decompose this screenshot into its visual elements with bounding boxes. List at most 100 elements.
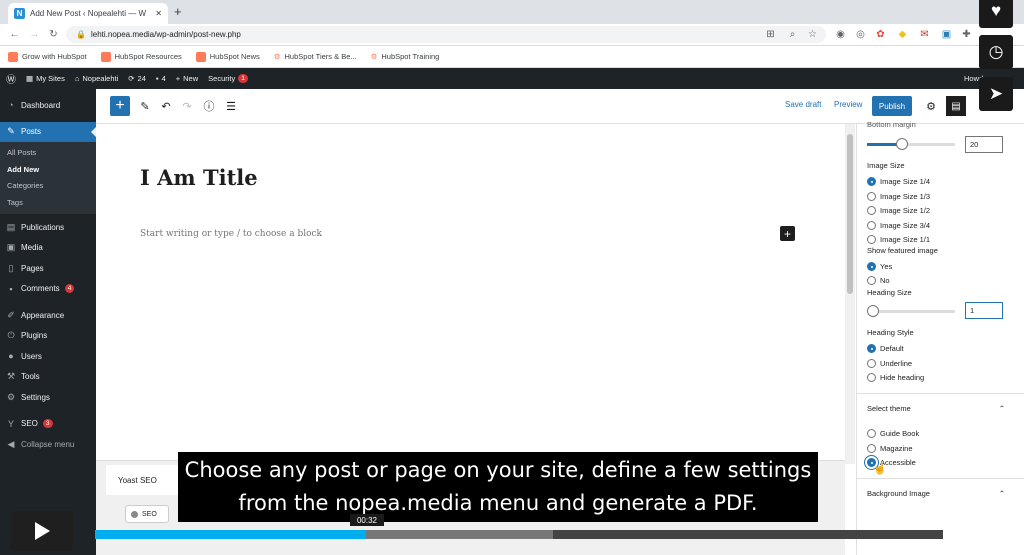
reload-icon[interactable]: ↻ bbox=[47, 28, 60, 41]
image-size-option[interactable]: Image Size 1/4 bbox=[867, 177, 930, 186]
video-progress-bar[interactable] bbox=[95, 530, 943, 539]
sidebar-item-comments[interactable]: ▪ Comments 4 bbox=[0, 279, 96, 300]
sidebar-item-dashboard[interactable]: ◔ Dashboard bbox=[0, 95, 96, 116]
bookmark-item[interactable]: ⚙ HubSpot Training bbox=[371, 52, 440, 61]
close-icon[interactable]: ✕ bbox=[155, 9, 162, 18]
play-button[interactable] bbox=[11, 511, 73, 551]
info-icon[interactable]: ⓘ bbox=[202, 99, 216, 113]
radio-checked-icon bbox=[867, 177, 876, 186]
theme-option[interactable]: Guide Book bbox=[867, 429, 919, 438]
redo-icon[interactable]: ↷ bbox=[180, 99, 194, 113]
save-draft-button[interactable]: Save draft bbox=[785, 100, 821, 109]
heading-style-option[interactable]: Underline bbox=[867, 358, 912, 368]
bookmark-item[interactable]: Grow with HubSpot bbox=[8, 51, 87, 62]
new-content-menu[interactable]: + New bbox=[176, 74, 198, 83]
slider-handle[interactable] bbox=[867, 305, 879, 317]
puzzle-icon[interactable]: ✚ bbox=[960, 28, 973, 41]
sidebar-item-seo[interactable]: Y SEO 3 bbox=[0, 414, 96, 435]
background-image-section-toggle[interactable]: Background Image ⌃ bbox=[857, 478, 1024, 508]
sidebar-item-appearance[interactable]: ✐ Appearance bbox=[0, 305, 96, 326]
sidebar-item-publications[interactable]: ▤ Publications bbox=[0, 217, 96, 238]
extension-icon[interactable]: ◉ bbox=[834, 28, 847, 41]
edit-tool-icon[interactable]: ✎ bbox=[138, 99, 152, 113]
yoast-title[interactable]: Yoast SEO bbox=[106, 465, 181, 495]
sites-icon: ▦ bbox=[26, 74, 34, 83]
select-theme-section-toggle[interactable]: Select theme ⌃ bbox=[857, 393, 1024, 423]
publish-button[interactable]: Publish bbox=[872, 96, 912, 116]
featured-yes-option[interactable]: Yes bbox=[867, 262, 892, 271]
star-icon[interactable]: ☆ bbox=[806, 28, 819, 41]
sidebar-item-media[interactable]: ▣ Media bbox=[0, 238, 96, 259]
heart-icon[interactable]: ♥ bbox=[979, 0, 1013, 28]
featured-no-option[interactable]: No bbox=[867, 276, 890, 285]
radio-icon bbox=[867, 191, 876, 201]
sidebar-item-pages[interactable]: ▯ Pages bbox=[0, 258, 96, 279]
theme-option[interactable]: Magazine bbox=[867, 443, 913, 453]
extension-icon[interactable]: ✉ bbox=[918, 28, 931, 41]
seo-tab[interactable]: SEO bbox=[125, 505, 169, 523]
extension-icon[interactable]: ◆ bbox=[896, 28, 909, 41]
radio-icon bbox=[867, 429, 876, 438]
bookmark-item[interactable]: HubSpot News bbox=[195, 51, 260, 62]
sidebar-item-settings[interactable]: ⚙ Settings bbox=[0, 387, 96, 408]
translate-icon[interactable]: ⊞ bbox=[764, 28, 777, 41]
preview-button[interactable]: Preview bbox=[834, 100, 862, 109]
slider-handle[interactable] bbox=[896, 138, 909, 150]
settings-gear-icon[interactable]: ⚙ bbox=[924, 99, 938, 113]
sidebar-item-plugins[interactable]: ⏻ Plugins bbox=[0, 326, 96, 347]
inline-add-block-button[interactable]: + bbox=[780, 226, 795, 241]
image-size-option[interactable]: Image Size 3/4 bbox=[867, 220, 930, 230]
document-settings-icon[interactable]: ▤ bbox=[946, 96, 966, 116]
radio-checked-icon bbox=[867, 344, 876, 353]
submenu-add-new[interactable]: Add New bbox=[0, 162, 96, 179]
collapse-menu-button[interactable]: ◀ Collapse menu bbox=[0, 434, 96, 455]
sidebar-item-users[interactable]: ● Users bbox=[0, 346, 96, 367]
scrollbar-thumb[interactable] bbox=[847, 134, 853, 294]
bottom-margin-input[interactable]: 20 bbox=[965, 136, 1003, 153]
bookmark-item[interactable]: ⚙ HubSpot Tiers & Be... bbox=[274, 52, 357, 61]
share-icon[interactable]: ➤ bbox=[979, 77, 1013, 111]
back-icon[interactable]: ← bbox=[8, 28, 21, 41]
heading-style-option[interactable]: Hide heading bbox=[867, 373, 924, 382]
clock-icon[interactable]: ◷ bbox=[979, 35, 1013, 69]
post-title[interactable]: I Am Title bbox=[140, 165, 258, 190]
wordpress-logo-icon[interactable]: Ⓦ bbox=[6, 71, 16, 86]
image-size-option[interactable]: Image Size 1/3 bbox=[867, 191, 930, 201]
zoom-icon[interactable]: ⌕ bbox=[786, 28, 799, 41]
settings-gear-icon[interactable]: ⚙ bbox=[965, 527, 983, 543]
image-size-option[interactable]: Image Size 1/2 bbox=[867, 206, 930, 215]
bottom-margin-slider[interactable] bbox=[867, 138, 955, 150]
submenu-tags[interactable]: Tags bbox=[0, 195, 96, 212]
extension-icon[interactable]: ◎ bbox=[854, 28, 867, 41]
editor-scrollbar[interactable] bbox=[845, 124, 855, 464]
list-view-icon[interactable]: ☰ bbox=[224, 99, 238, 113]
extension-icon[interactable]: ▣ bbox=[940, 28, 953, 41]
sidebar-item-tools[interactable]: ⚒ Tools bbox=[0, 367, 96, 388]
add-block-button[interactable]: + bbox=[110, 96, 130, 116]
sidebar-item-posts[interactable]: ✎ Posts bbox=[0, 121, 96, 142]
new-tab-icon[interactable]: + bbox=[174, 4, 182, 19]
undo-icon[interactable]: ↶ bbox=[159, 99, 173, 113]
browser-tab[interactable]: N Add New Post ‹ Nopealehti — W ✕ bbox=[8, 3, 168, 24]
security-menu[interactable]: Security 1 bbox=[208, 74, 248, 83]
forward-icon[interactable]: → bbox=[28, 28, 41, 41]
bookmark-item[interactable]: HubSpot Resources bbox=[100, 51, 182, 62]
extension-icon[interactable]: ✿ bbox=[874, 28, 887, 41]
updates-menu[interactable]: ⟳ 24 bbox=[128, 74, 146, 83]
submenu-categories[interactable]: Categories bbox=[0, 178, 96, 195]
url-field[interactable]: 🔒 lehti.nopea.media/wp-admin/post-new.ph… bbox=[66, 26, 826, 43]
heading-style-option[interactable]: Default bbox=[867, 344, 904, 353]
volume-icon[interactable]: ▮▮▮ bbox=[946, 527, 964, 543]
comments-menu[interactable]: ▪ 4 bbox=[156, 74, 166, 83]
heading-size-input[interactable]: 1 bbox=[965, 302, 1003, 319]
my-sites-menu[interactable]: ▦ My Sites bbox=[26, 74, 65, 83]
radio-icon bbox=[867, 373, 876, 382]
submenu-all-posts[interactable]: All Posts bbox=[0, 145, 96, 162]
fullscreen-icon[interactable]: ⤢ bbox=[989, 527, 1007, 543]
collapse-icon: ◀ bbox=[7, 438, 15, 449]
image-size-option[interactable]: Image Size 1/1 bbox=[867, 235, 930, 244]
block-placeholder[interactable]: Start writing or type / to choose a bloc… bbox=[140, 229, 322, 239]
site-name-menu[interactable]: ⌂ Nopealehti bbox=[75, 74, 118, 83]
plug-icon: ⏻ bbox=[7, 330, 15, 341]
heading-size-slider[interactable] bbox=[867, 305, 955, 317]
